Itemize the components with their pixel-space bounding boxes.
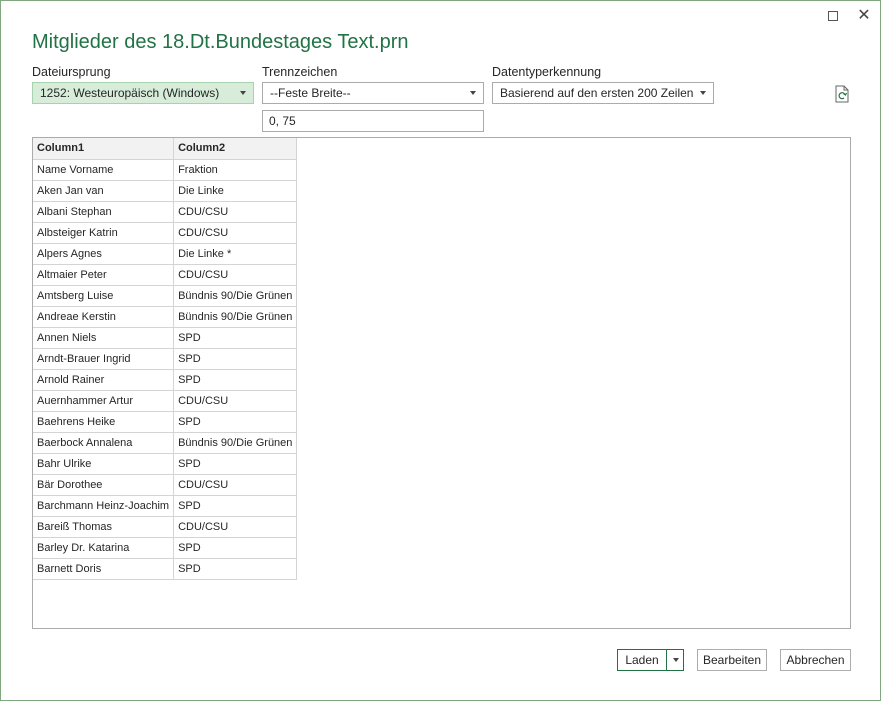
- close-icon: ✕: [857, 7, 871, 24]
- table-cell: SPD: [173, 410, 298, 433]
- table-row: Altmaier Peter CDU/CSU: [33, 263, 298, 286]
- header-row: Column1 Column2: [33, 138, 298, 160]
- table-row: Baerbock Annalena Bündnis 90/Die Grünen: [33, 431, 298, 454]
- table-cell: CDU/CSU: [173, 221, 298, 244]
- table-cell: Aken Jan van: [33, 179, 175, 202]
- table-cell: SPD: [173, 557, 298, 580]
- table-cell: Andreae Kerstin: [33, 305, 175, 328]
- table-row: Alpers Agnes Die Linke *: [33, 242, 298, 265]
- table-cell: Arndt-Brauer Ingrid: [33, 347, 175, 370]
- maximize-button[interactable]: [824, 7, 842, 25]
- table-cell: SPD: [173, 452, 298, 475]
- preview-table: Column1 Column2 Name Vorname Fraktion Aken …: [33, 138, 298, 580]
- table-cell: Die Linke *: [173, 242, 298, 265]
- dialog-title: Mitglieder des 18.Dt.Bundestages Text.pr…: [32, 31, 409, 53]
- table-cell: Barchmann Heinz-Joachim: [33, 494, 175, 517]
- table-row: Albsteiger Katrin CDU/CSU: [33, 221, 298, 244]
- table-cell: Barnett Doris: [33, 557, 175, 580]
- table-cell: SPD: [173, 326, 298, 349]
- table-row: Barnett Doris SPD: [33, 557, 298, 580]
- type-detection-label: Datentyperkennung: [492, 65, 602, 79]
- table-row: Aken Jan van Die Linke: [33, 179, 298, 202]
- table-cell: Bündnis 90/Die Grünen: [173, 431, 298, 454]
- table-row: Andreae Kerstin Bündnis 90/Die Grünen: [33, 305, 298, 328]
- table-row: Amtsberg Luise Bündnis 90/Die Grünen: [33, 284, 298, 307]
- chevron-down-icon: [673, 658, 679, 662]
- table-cell: Barley Dr. Katarina: [33, 536, 175, 559]
- table-cell: Bahr Ulrike: [33, 452, 175, 475]
- chevron-down-icon: [700, 91, 706, 95]
- table-cell: Die Linke: [173, 179, 298, 202]
- table-cell: Annen Niels: [33, 326, 175, 349]
- table-cell: Auernhammer Artur: [33, 389, 175, 412]
- table-row: Albani Stephan CDU/CSU: [33, 200, 298, 223]
- table-cell: SPD: [173, 368, 298, 391]
- table-row: Auernhammer Artur CDU/CSU: [33, 389, 298, 412]
- delimiter-select[interactable]: --Feste Breite--: [262, 82, 484, 104]
- table-cell: CDU/CSU: [173, 200, 298, 223]
- table-cell: Albsteiger Katrin: [33, 221, 175, 244]
- file-origin-select[interactable]: 1252: Westeuropäisch (Windows): [32, 82, 254, 104]
- load-button[interactable]: Laden: [617, 649, 667, 671]
- delimiter-label: Trennzeichen: [262, 65, 338, 79]
- table-cell: Baerbock Annalena: [33, 431, 175, 454]
- table-cell: SPD: [173, 536, 298, 559]
- table-cell: Name Vorname: [33, 158, 175, 181]
- table-row: Name Vorname Fraktion: [33, 158, 298, 181]
- load-options-button[interactable]: [666, 649, 684, 671]
- data-preview: Column1 Column2 Name Vorname Fraktion Aken …: [32, 137, 851, 629]
- table-cell: CDU/CSU: [173, 515, 298, 538]
- edit-button[interactable]: Bearbeiten: [697, 649, 767, 671]
- table-cell: Alpers Agnes: [33, 242, 175, 265]
- table-cell: Albani Stephan: [33, 200, 175, 223]
- preview-body: Name Vorname Fraktion Aken Jan van Die Link…: [33, 158, 298, 580]
- table-cell: Bündnis 90/Die Grünen: [173, 305, 298, 328]
- table-cell: Altmaier Peter: [33, 263, 175, 286]
- table-cell: Fraktion: [173, 158, 298, 181]
- refresh-icon[interactable]: [834, 85, 850, 103]
- table-row: Barchmann Heinz-Joachim SPD: [33, 494, 298, 517]
- column-header[interactable]: Column1: [33, 138, 175, 160]
- table-row: Bahr Ulrike SPD: [33, 452, 298, 475]
- type-detection-select[interactable]: Basierend auf den ersten 200 Zeilen: [492, 82, 714, 104]
- chevron-down-icon: [470, 91, 476, 95]
- column-positions-input[interactable]: 0, 75: [262, 110, 484, 132]
- type-detection-value: Basierend auf den ersten 200 Zeilen: [500, 86, 694, 100]
- table-row: Bareiß Thomas CDU/CSU: [33, 515, 298, 538]
- table-cell: CDU/CSU: [173, 473, 298, 496]
- delimiter-value: --Feste Breite--: [270, 86, 351, 100]
- chevron-down-icon: [240, 91, 246, 95]
- table-row: Annen Niels SPD: [33, 326, 298, 349]
- table-row: Baehrens Heike SPD: [33, 410, 298, 433]
- table-cell: Bareiß Thomas: [33, 515, 175, 538]
- table-cell: Arnold Rainer: [33, 368, 175, 391]
- cancel-button[interactable]: Abbrechen: [780, 649, 851, 671]
- table-row: Arndt-Brauer Ingrid SPD: [33, 347, 298, 370]
- column-header[interactable]: Column2: [173, 138, 298, 160]
- import-dialog: ✕ Mitglieder des 18.Dt.Bundestages Text.…: [0, 0, 881, 701]
- table-row: Arnold Rainer SPD: [33, 368, 298, 391]
- table-cell: Bündnis 90/Die Grünen: [173, 284, 298, 307]
- table-cell: SPD: [173, 494, 298, 517]
- maximize-icon: [828, 11, 838, 21]
- table-cell: CDU/CSU: [173, 263, 298, 286]
- table-row: Bär Dorothee CDU/CSU: [33, 473, 298, 496]
- close-button[interactable]: ✕: [855, 7, 873, 25]
- table-row: Barley Dr. Katarina SPD: [33, 536, 298, 559]
- table-cell: SPD: [173, 347, 298, 370]
- file-origin-label: Dateiursprung: [32, 65, 111, 79]
- table-cell: Baehrens Heike: [33, 410, 175, 433]
- table-cell: Amtsberg Luise: [33, 284, 175, 307]
- table-cell: CDU/CSU: [173, 389, 298, 412]
- file-origin-value: 1252: Westeuropäisch (Windows): [40, 86, 220, 100]
- table-cell: Bär Dorothee: [33, 473, 175, 496]
